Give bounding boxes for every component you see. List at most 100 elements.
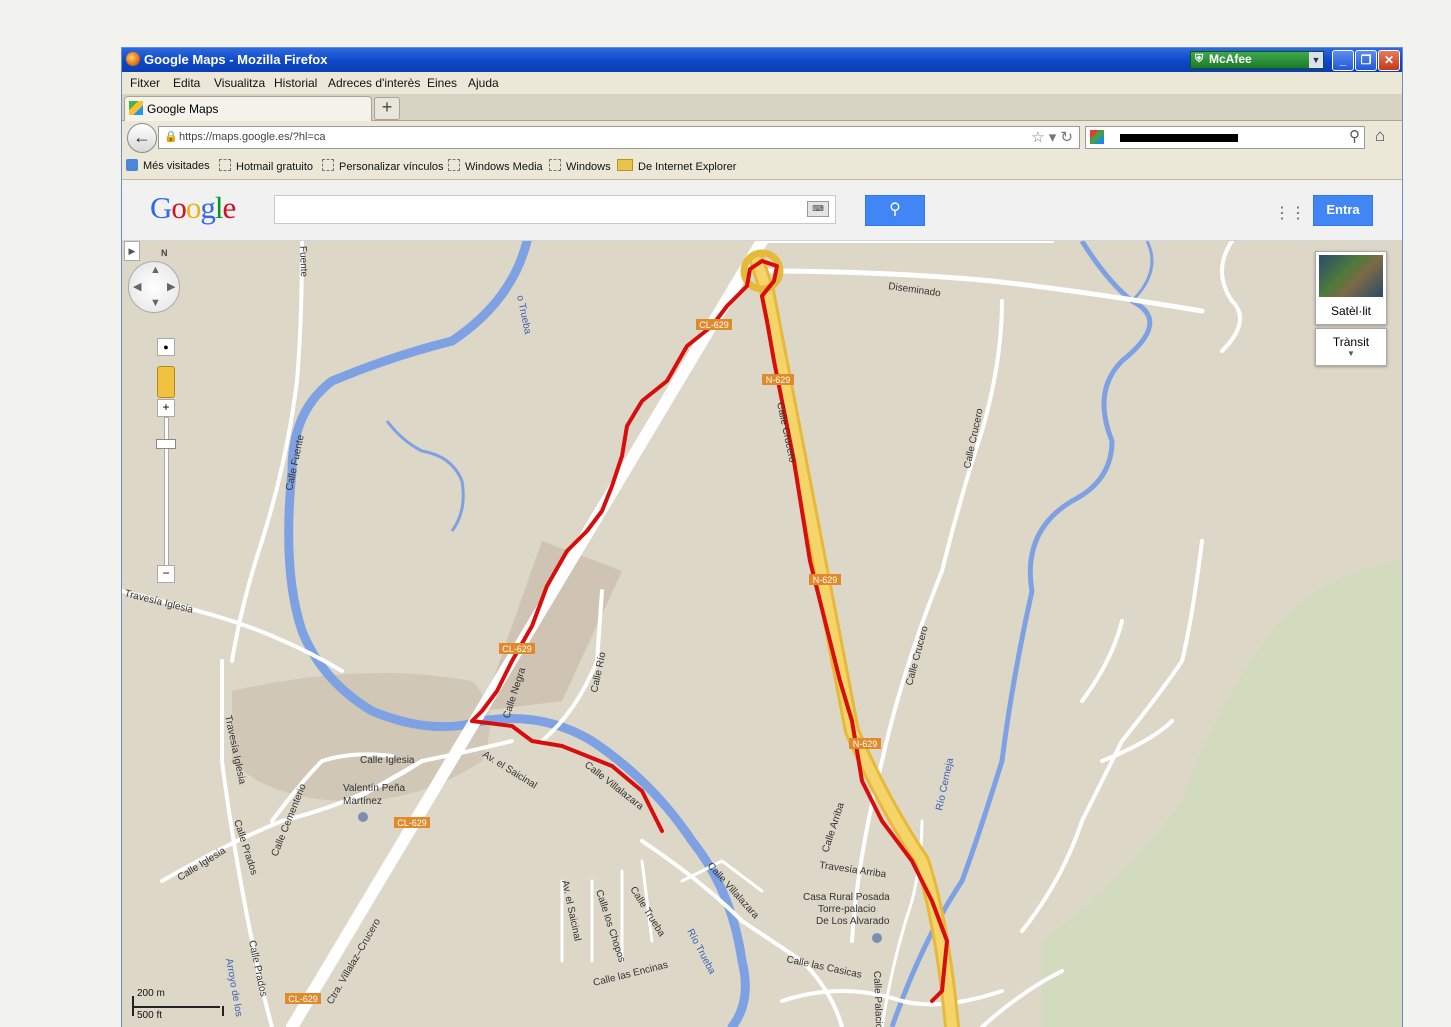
traffic-label: Trànsit bbox=[1332, 335, 1370, 349]
bookmark-icon bbox=[126, 159, 138, 171]
pan-right-icon[interactable]: ▶ bbox=[167, 280, 175, 293]
satellite-button[interactable]: Satèl·lit bbox=[1315, 251, 1387, 325]
magnifier-icon[interactable]: ⚲ bbox=[1349, 127, 1360, 145]
mcafee-toolbar[interactable]: ⛨ McAfee ▼ bbox=[1190, 51, 1324, 69]
poi-marker-icon bbox=[872, 933, 882, 943]
bookmark-windows[interactable]: Windows bbox=[549, 159, 611, 173]
label-travesia-arriba: Travesía Arriba bbox=[819, 860, 888, 880]
bookmark-label: Més visitades bbox=[143, 160, 210, 172]
pan-down-icon[interactable]: ▼ bbox=[150, 297, 161, 309]
bookmark-personalizar[interactable]: Personalizar vínculos bbox=[322, 159, 444, 173]
label-calle-crucero-a: Calle Crucero bbox=[962, 407, 986, 470]
pan-control[interactable]: ▲ ▼ ◀ ▶ bbox=[128, 261, 180, 313]
keyboard-icon[interactable]: ⌨ bbox=[807, 201, 829, 217]
maps-favicon-icon bbox=[129, 101, 143, 115]
label-casa-rural-2: Torre-palacio bbox=[818, 904, 876, 915]
zoom-in-button[interactable]: + bbox=[157, 399, 175, 417]
map-canvas[interactable]: CL-629 CL-629 CL-629 CL-629 N-629 N-629 … bbox=[122, 241, 1402, 1027]
menu-eines[interactable]: Eines bbox=[427, 76, 457, 90]
reset-view-button[interactable]: ● bbox=[157, 338, 175, 356]
satellite-label: Satèl·lit bbox=[1330, 304, 1371, 318]
menu-bar: Fitxer Edita Visualitza Historial Adrece… bbox=[122, 72, 1402, 94]
title-bar: Google Maps - Mozilla Firefox ⛨ McAfee ▼… bbox=[122, 48, 1402, 72]
search-icon: ⚲ bbox=[889, 201, 901, 218]
shield-label: CL-629 bbox=[502, 644, 532, 654]
star-reload-icon[interactable]: ☆ ▾ ↻ bbox=[1031, 128, 1073, 146]
redacted-text bbox=[1120, 134, 1238, 142]
north-indicator: N bbox=[161, 248, 168, 258]
map-drawing: CL-629 CL-629 CL-629 CL-629 N-629 N-629 … bbox=[122, 241, 1402, 1027]
search-button[interactable]: ⚲ bbox=[865, 195, 925, 226]
new-tab-button[interactable]: + bbox=[374, 97, 400, 120]
menu-adreces[interactable]: Adreces d'interès bbox=[328, 76, 420, 90]
label-casa-rural-1: Casa Rural Posada bbox=[803, 892, 890, 903]
close-button[interactable]: ✕ bbox=[1378, 50, 1400, 71]
google-logo[interactable]: Google bbox=[150, 190, 236, 226]
label-rio-cerneja: Río Cerneja bbox=[934, 757, 956, 812]
maps-search-input[interactable]: ⌨ bbox=[274, 195, 836, 224]
bookmark-hotmail[interactable]: Hotmail gratuito bbox=[219, 159, 313, 173]
firefox-icon bbox=[126, 52, 140, 66]
menu-historial[interactable]: Historial bbox=[274, 76, 317, 90]
village-area bbox=[232, 673, 490, 801]
bookmark-label: Windows Media bbox=[465, 161, 543, 173]
minimize-button[interactable]: _ bbox=[1332, 50, 1354, 71]
label-travesia-iglesia-top: Travesía Iglesia bbox=[123, 588, 194, 616]
google-header: Google ⌨ ⚲ ⋮⋮⋮ Entra bbox=[122, 180, 1402, 241]
satellite-thumbnail bbox=[1319, 255, 1383, 297]
label-calle-prados-b: Calle Prados bbox=[246, 939, 269, 997]
expand-panel-button[interactable]: ▶ bbox=[124, 241, 140, 261]
chevron-down-icon: ▼ bbox=[1347, 349, 1355, 358]
browser-window: Google Maps - Mozilla Firefox ⛨ McAfee ▼… bbox=[121, 47, 1403, 1027]
zoom-out-button[interactable]: − bbox=[157, 565, 175, 583]
bookmark-label: De Internet Explorer bbox=[638, 161, 737, 173]
label-calle-las-casicas: Calle las Casicas bbox=[785, 954, 862, 981]
back-button[interactable]: ← bbox=[127, 123, 157, 153]
shield-icon: ⛨ bbox=[1195, 53, 1204, 65]
bookmark-mes-visitades[interactable]: Més visitades bbox=[126, 159, 210, 172]
page-icon bbox=[448, 159, 460, 171]
label-rio-trueba: Río Trueba bbox=[684, 927, 717, 976]
tab-bar: Google Maps + bbox=[122, 94, 1402, 121]
home-icon[interactable]: ⌂ bbox=[1375, 126, 1385, 146]
google-search-icon bbox=[1090, 130, 1104, 144]
menu-visualitza[interactable]: Visualitza bbox=[214, 76, 265, 90]
bookmark-ie[interactable]: De Internet Explorer bbox=[617, 159, 736, 173]
url-text: https://maps.google.es/?hl=ca bbox=[179, 131, 326, 143]
label-calle-iglesia-b: Calle Iglesia bbox=[176, 845, 228, 883]
menu-ajuda[interactable]: Ajuda bbox=[468, 76, 499, 90]
shield-label: N-629 bbox=[813, 575, 838, 585]
label-martinez: Martínez bbox=[343, 796, 382, 807]
scale-bar: 200 m 500 ft bbox=[132, 988, 242, 1022]
lock-icon: 🔒 bbox=[164, 131, 178, 143]
label-calle-cementerio: Calle Cementerio bbox=[270, 782, 309, 858]
label-calle-arriba: Calle Arriba bbox=[820, 801, 847, 854]
pan-up-icon[interactable]: ▲ bbox=[150, 264, 161, 276]
bookmark-label: Windows bbox=[566, 161, 611, 173]
label-fuente-top: Fuente bbox=[297, 246, 309, 278]
label-diseminado: Diseminado bbox=[888, 281, 942, 299]
label-calle-las-encinas: Calle las Encinas bbox=[592, 960, 669, 989]
scale-feet: 500 ft bbox=[137, 1010, 163, 1021]
pegman-icon[interactable] bbox=[157, 366, 175, 398]
shield-label: N-629 bbox=[853, 739, 878, 749]
zoom-slider-thumb[interactable] bbox=[156, 439, 176, 449]
maximize-button[interactable]: ❐ bbox=[1355, 50, 1377, 71]
shield-label: CL-629 bbox=[288, 994, 318, 1004]
page-icon bbox=[549, 159, 561, 171]
label-calle-iglesia: Calle Iglesia bbox=[360, 755, 415, 766]
bookmark-windows-media[interactable]: Windows Media bbox=[448, 159, 543, 173]
sign-in-button[interactable]: Entra bbox=[1313, 195, 1373, 226]
menu-fitxer[interactable]: Fitxer bbox=[130, 76, 160, 90]
tab-label: Google Maps bbox=[147, 102, 219, 116]
page-icon bbox=[322, 159, 334, 171]
tab-google-maps[interactable]: Google Maps bbox=[124, 96, 372, 121]
pan-left-icon[interactable]: ◀ bbox=[133, 280, 141, 293]
shield-label: CL-629 bbox=[397, 818, 427, 828]
label-valentin: Valentín Peña bbox=[343, 783, 406, 794]
search-box[interactable]: ⚲ bbox=[1085, 126, 1365, 149]
chevron-down-icon[interactable]: ▼ bbox=[1309, 52, 1323, 68]
menu-edita[interactable]: Edita bbox=[173, 76, 200, 90]
traffic-button[interactable]: Trànsit ▼ bbox=[1315, 328, 1387, 366]
url-bar[interactable]: 🔒 https://maps.google.es/?hl=ca ☆ ▾ ↻ bbox=[158, 126, 1080, 149]
